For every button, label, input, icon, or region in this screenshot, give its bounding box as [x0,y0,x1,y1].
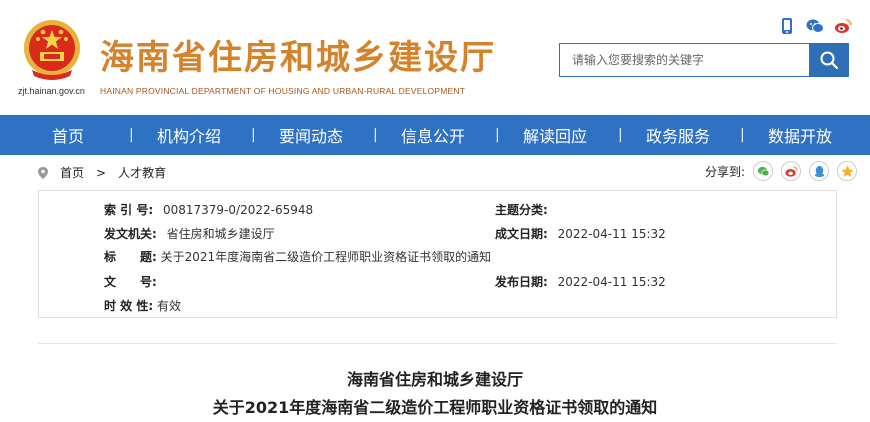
wechat-icon[interactable] [806,17,824,35]
nav-separator: | [129,127,134,143]
meta-topic: 主题分类: [495,201,548,218]
site-header: zjt.hainan.gov.cn 海南省住房和城乡建设厅 HAINAN PRO… [0,0,870,115]
meta-validity-label: 时 效 性: [104,299,154,313]
nav-item-home[interactable]: 首页 [52,123,84,147]
breadcrumb-home[interactable]: 首页 [60,164,84,181]
article-title-issuer: 海南省住房和城乡建设厅 [346,370,523,389]
nav-separator: | [495,127,500,143]
article-title: 关于2021年度海南省二级造价工程师职业资格证书领取的通知 [212,398,658,417]
meta-docno-label: 文 号: [104,275,157,289]
breadcrumb-bar: 首页 > 人才教育 分享到: [0,158,870,186]
qq-icon [814,165,824,177]
meta-issuer-label: 发文机关: [104,227,157,241]
meta-created: 成文日期: 2022-04-11 15:32 [495,225,666,242]
share-label: 分享到: [705,164,746,179]
search-button[interactable] [809,44,848,76]
meta-topic-label: 主题分类: [495,203,548,217]
meta-validity: 时 效 性: 有效 [104,297,181,314]
nav-item-interpretation[interactable]: 解读回应 [523,123,587,147]
search-box [559,43,849,77]
qzone-icon [841,164,854,177]
meta-index-label: 索 引 号: [104,203,154,217]
meta-issuer: 发文机关: 省住房和城乡建设厅 [104,225,275,242]
meta-validity-value: 有效 [156,299,181,313]
share-bar: 分享到: [705,161,858,181]
national-emblem-icon [24,20,80,80]
nav-item-services[interactable]: 政务服务 [646,123,710,147]
site-domain: zjt.hainan.gov.cn [18,86,85,96]
nav-separator: | [618,127,623,143]
site-subtitle: HAINAN PROVINCIAL DEPARTMENT OF HOUSING … [100,86,466,96]
document-metadata-panel: 索 引 号: 00817379-0/2022-65948 主题分类: 发文机关:… [38,190,837,318]
meta-published: 发布日期: 2022-04-11 15:32 [495,273,666,290]
meta-title: 标 题: 关于2021年度海南省二级造价工程师职业资格证书领取的通知 [104,248,491,265]
share-qq-button[interactable] [809,161,830,181]
location-pin-icon [38,166,48,179]
nav-item-news[interactable]: 要闻动态 [279,123,343,147]
nav-item-disclosure[interactable]: 信息公开 [401,123,465,147]
meta-published-value: 2022-04-11 15:32 [557,275,666,289]
content-divider [38,343,837,344]
meta-created-value: 2022-04-11 15:32 [557,227,666,241]
search-icon [820,51,838,70]
meta-created-label: 成文日期: [495,227,548,241]
nav-item-open-data[interactable]: 数据开放 [768,123,832,147]
meta-docno: 文 号: [104,273,157,290]
weibo-icon [785,165,798,177]
meta-title-label: 标 题: [104,250,157,264]
share-weibo-button[interactable] [781,161,802,181]
wechat-icon [757,166,769,176]
meta-issuer-value: 省住房和城乡建设厅 [166,227,275,241]
mobile-icon[interactable] [778,17,796,35]
meta-published-label: 发布日期: [495,275,548,289]
share-qzone-button[interactable] [837,161,858,181]
meta-index-value: 00817379-0/2022-65948 [162,203,314,217]
share-wechat-button[interactable] [753,161,774,181]
main-nav: 首页 | 机构介绍 | 要闻动态 | 信息公开 | 解读回应 | 政务服务 | … [0,115,870,155]
breadcrumb-current[interactable]: 人才教育 [118,164,166,181]
search-input[interactable] [560,44,810,76]
meta-title-value: 关于2021年度海南省二级造价工程师职业资格证书领取的通知 [160,250,492,264]
breadcrumb-arrow: > [96,165,107,180]
nav-separator: | [251,127,256,143]
nav-separator: | [740,127,745,143]
nav-separator: | [373,127,378,143]
site-title[interactable]: 海南省住房和城乡建设厅 [100,30,496,79]
nav-item-organization[interactable]: 机构介绍 [157,123,221,147]
top-icon-group [778,17,852,35]
meta-index: 索 引 号: 00817379-0/2022-65948 [104,201,313,218]
breadcrumb: 首页 > 人才教育 [38,164,166,181]
weibo-icon[interactable] [834,17,852,35]
